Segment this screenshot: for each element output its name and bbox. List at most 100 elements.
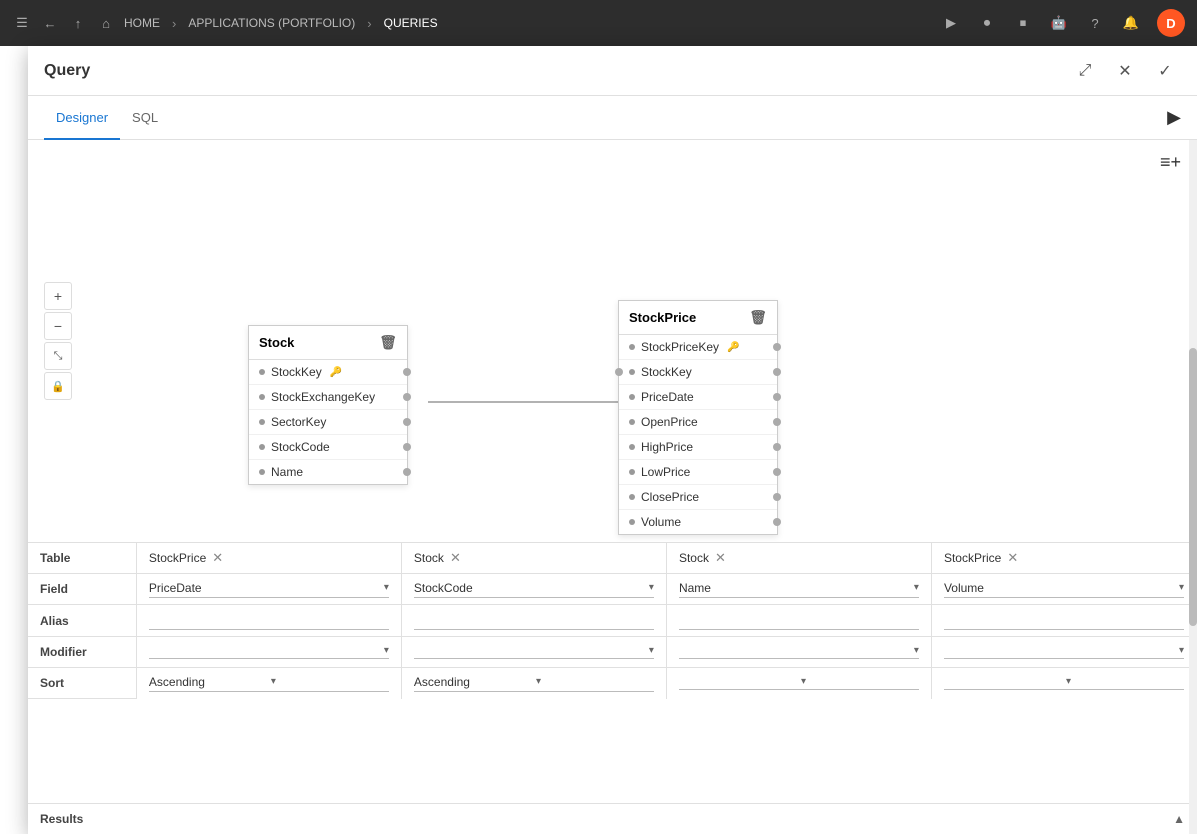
col1-sort[interactable]: Ascending ▾ [136,668,401,699]
chevron-down-icon: ▾ [384,582,389,593]
col2-modifier[interactable]: ▾ [401,637,666,668]
col2-modifier-select[interactable]: ▾ [414,645,654,659]
stop-icon[interactable]: ⏹ [1013,13,1033,33]
col1-modifier[interactable]: ▾ [136,637,401,668]
col4-field[interactable]: Volume ▾ [931,574,1196,605]
col2-field-select[interactable]: StockCode ▾ [414,581,654,598]
modal-header: Query ⤢ ✕ ✓ [28,46,1197,96]
entity-stock[interactable]: Stock 🗑 StockKey 🔑 StockExchangeKey Sec [248,325,408,485]
dot-icon [259,394,265,400]
zoom-out-button[interactable]: − [44,312,72,340]
col4-sort[interactable]: ▾ [931,668,1196,699]
row-label-alias: Alias [28,605,136,637]
zoom-in-button[interactable]: + [44,282,72,310]
maximize-button[interactable]: ⤢ [1069,55,1101,87]
run-button[interactable]: ▶ [1167,107,1181,128]
entity-stockprice-delete[interactable]: 🗑 [749,309,767,326]
dot-icon [629,344,635,350]
scrollbar-thumb[interactable] [1189,348,1197,626]
entity-row: Name [249,460,407,484]
remove-col1-button[interactable]: ✕ [212,550,223,566]
zoom-fit-button[interactable]: ⤡ [44,342,72,370]
entity-stock-header: Stock 🗑 [249,326,407,360]
tab-designer[interactable]: Designer [44,96,120,140]
col3-alias[interactable] [666,605,931,637]
col3-sort[interactable]: ▾ [666,668,931,699]
connector-right [403,393,411,401]
confirm-button[interactable]: ✓ [1149,55,1181,87]
col2-alias[interactable] [401,605,666,637]
scrollbar[interactable] [1189,140,1197,834]
entity-stock-delete[interactable]: 🗑 [379,334,397,351]
add-column-button[interactable]: ≡+ [1160,152,1181,173]
col2-field[interactable]: StockCode ▾ [401,574,666,605]
lock-button[interactable]: 🔒 [44,372,72,400]
remove-col4-button[interactable]: ✕ [1007,550,1018,566]
col1-modifier-select[interactable]: ▾ [149,645,389,659]
col3-modifier-select[interactable]: ▾ [679,645,919,659]
bell-icon[interactable]: 🔔 [1121,13,1141,33]
robot-icon[interactable]: 🤖 [1049,13,1069,33]
entity-row: OpenPrice [619,410,777,435]
canvas-area[interactable]: ≡+ + − ⤡ 🔒 Stock 🗑 StockKey [28,140,1197,543]
connector-right [773,493,781,501]
col2-alias-input[interactable] [414,611,654,630]
col4-modifier[interactable]: ▾ [931,637,1196,668]
entity-stock-name: Stock [259,335,294,350]
col2-sort[interactable]: Ascending ▾ [401,668,666,699]
grid-area: Table StockPrice ✕ Stock ✕ [28,543,1197,803]
chevron-down-icon: ▾ [1066,676,1184,687]
dot-icon [629,369,635,375]
chevron-down-icon: ▾ [649,582,654,593]
col3-sort-select[interactable]: ▾ [679,676,919,690]
sidebar [0,46,30,834]
connector-right [403,443,411,451]
col4-field-select[interactable]: Volume ▾ [944,581,1184,598]
col4-modifier-select[interactable]: ▾ [944,645,1184,659]
col4-alias-input[interactable] [944,611,1184,630]
results-row[interactable]: Results ▲ [28,803,1197,834]
entity-stockprice[interactable]: StockPrice 🗑 StockPriceKey 🔑 StockKey [618,300,778,535]
entity-stockprice-name: StockPrice [629,310,696,325]
col3-modifier[interactable]: ▾ [666,637,931,668]
col1-field-select[interactable]: PriceDate ▾ [149,581,389,598]
connector-right [403,468,411,476]
play-icon[interactable]: ▶ [941,13,961,33]
sort-row: Sort Ascending ▾ Ascending ▾ [28,668,1197,699]
key-icon: 🔑 [330,367,342,378]
col2-sort-select[interactable]: Ascending ▾ [414,675,654,692]
row-label-modifier: Modifier [28,637,136,668]
connector-right [773,393,781,401]
col3-field[interactable]: Name ▾ [666,574,931,605]
row-label-sort: Sort [28,668,136,699]
menu-icon[interactable]: ☰ [12,13,32,33]
col3-table: Stock ✕ [666,543,931,574]
home-link[interactable]: HOME [124,16,160,30]
help-icon[interactable]: ? [1085,13,1105,33]
col4-sort-select[interactable]: ▾ [944,676,1184,690]
record-icon[interactable]: ⏺ [977,13,997,33]
back-icon[interactable]: ← [40,13,60,33]
col4-table: StockPrice ✕ [931,543,1196,574]
col1-alias[interactable] [136,605,401,637]
forward-icon[interactable]: ↑ [68,13,88,33]
remove-col2-button[interactable]: ✕ [450,550,461,566]
col1-alias-input[interactable] [149,611,389,630]
chevron-down-icon: ▾ [1179,645,1184,656]
queries-link[interactable]: QUERIES [384,16,438,30]
col3-field-select[interactable]: Name ▾ [679,581,919,598]
home-icon[interactable]: ⌂ [96,13,116,33]
dot-icon [259,444,265,450]
entity-stockprice-header: StockPrice 🗑 [619,301,777,335]
remove-col3-button[interactable]: ✕ [715,550,726,566]
col1-sort-select[interactable]: Ascending ▾ [149,675,389,692]
col3-alias-input[interactable] [679,611,919,630]
dot-icon [259,369,265,375]
col1-field[interactable]: PriceDate ▾ [136,574,401,605]
tab-sql[interactable]: SQL [120,96,170,140]
applications-link[interactable]: APPLICATIONS (PORTFOLIO) [188,16,355,30]
entity-row: ClosePrice [619,485,777,510]
avatar[interactable]: D [1157,9,1185,37]
close-button[interactable]: ✕ [1109,55,1141,87]
col4-alias[interactable] [931,605,1196,637]
